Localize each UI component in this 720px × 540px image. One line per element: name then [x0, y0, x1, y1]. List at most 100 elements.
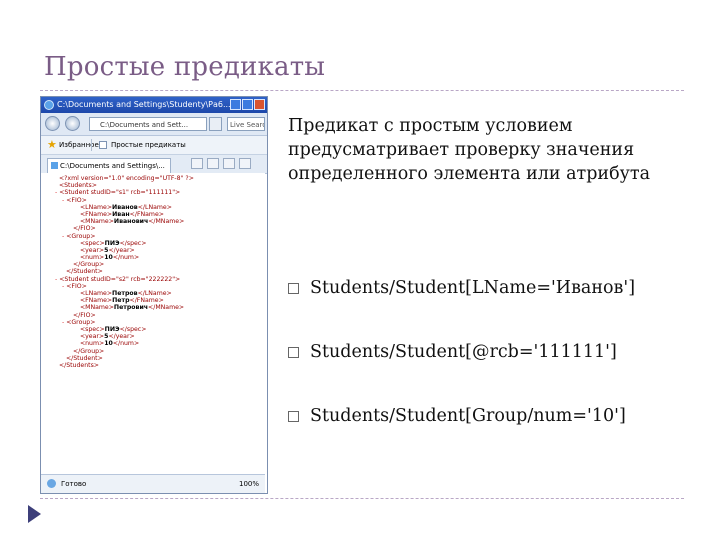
refresh-icon[interactable]: [209, 117, 222, 131]
xml-text: Петрович: [113, 304, 149, 312]
close-icon[interactable]: [254, 99, 265, 110]
xml-tag: <Student studID="s1" rcb="111111">: [59, 189, 181, 197]
slide-title: Простые предикаты: [44, 52, 326, 82]
xml-text: Петров: [112, 290, 138, 297]
xml-tag: <FIO>: [66, 282, 87, 290]
xml-tag: <Students>: [58, 182, 97, 190]
print-icon[interactable]: [223, 158, 235, 169]
xml-tag: <MName>: [79, 304, 114, 312]
xml-line: </Students>: [41, 362, 265, 369]
xml-tag: <spec>: [79, 239, 105, 247]
xml-close-tag: </year>: [108, 333, 135, 341]
xml-line: <LName>Петров</LName>: [41, 290, 265, 297]
address-bar: C:\Documents and Sett... Live Search: [41, 113, 267, 136]
xml-close-tag: </LName>: [137, 290, 172, 297]
xml-line[interactable]: - <FIO>: [41, 197, 265, 204]
xml-line: </FIO>: [41, 312, 265, 319]
page-menu-icon[interactable]: [239, 158, 251, 169]
xml-line[interactable]: - <FIO>: [41, 283, 265, 290]
bullet-item: Students/Student[Group/num='10']: [288, 406, 626, 426]
xml-text: Петр: [112, 297, 130, 305]
xml-text: 10: [104, 340, 113, 348]
status-text: Готово: [61, 480, 87, 488]
bullet-box-icon: [288, 410, 299, 422]
xml-line: <LName>Иванов</LName>: [41, 204, 265, 211]
xml-line[interactable]: - <Student studID="s2" rcb="222222">: [41, 276, 265, 283]
maximize-icon[interactable]: [242, 99, 253, 110]
xml-tag: </FIO>: [72, 225, 96, 233]
xml-tag: </Student>: [65, 354, 103, 362]
xml-text: Иван: [112, 210, 130, 218]
favorites-link[interactable]: Простые предикаты: [111, 141, 186, 149]
window-titlebar: C:\Documents and Settings\Studenty\Ра6..…: [41, 97, 267, 113]
xml-tag: </FIO>: [72, 311, 96, 319]
xml-tag: </Student>: [65, 268, 103, 276]
xml-line: <Students>: [41, 182, 265, 189]
bullet-item: Students/Student[@rcb='111111']: [288, 342, 617, 362]
xml-tag: <LName>: [79, 290, 113, 297]
xml-tag: <year>: [79, 246, 105, 254]
xml-line: <FName>Петр</FName>: [41, 297, 265, 304]
xml-line[interactable]: - <Group>: [41, 319, 265, 326]
feeds-icon[interactable]: [207, 158, 219, 169]
status-bar: Готово 100%: [41, 474, 265, 493]
favorites-label[interactable]: Избранное: [59, 141, 99, 149]
xml-line: <?xml version="1.0" encoding="UTF-8" ?>: [41, 175, 265, 182]
favorites-bar: ★ Избранное Простые предикаты: [41, 136, 267, 155]
ie-icon: [44, 100, 54, 110]
xml-line: <year>5</year>: [41, 333, 265, 340]
xml-text: ПИЭ: [104, 325, 120, 333]
xml-line: </Group>: [41, 261, 265, 268]
xml-tag: <num>: [79, 254, 105, 262]
xml-tag: <MName>: [79, 218, 114, 226]
xml-line: </FIO>: [41, 225, 265, 232]
home-icon[interactable]: [191, 158, 203, 169]
tab-document[interactable]: C:\Documents and Settings\...: [47, 158, 171, 173]
xml-line: </Student>: [41, 355, 265, 362]
xml-close-tag: </year>: [108, 246, 135, 254]
star-icon[interactable]: ★: [47, 139, 57, 150]
xml-line[interactable]: - <Student studID="s1" rcb="111111">: [41, 189, 265, 196]
page-icon: [99, 141, 107, 149]
back-icon[interactable]: [45, 116, 60, 131]
xml-line: <MName>Иванович</MName>: [41, 218, 265, 225]
xml-line: <num>10</num>: [41, 254, 265, 261]
bullet-box-icon: [288, 282, 299, 294]
xml-tag: </Students>: [58, 361, 99, 369]
xml-text: 10: [104, 254, 113, 262]
minimize-icon[interactable]: [230, 99, 241, 110]
browser-screenshot: C:\Documents and Settings\Studenty\Ра6..…: [40, 96, 268, 494]
bullet-text: Students/Student[Group/num='10']: [310, 406, 626, 426]
xml-tag: <LName>: [79, 203, 113, 211]
xml-line: <spec>ПИЭ</spec>: [41, 240, 265, 247]
xml-tag: <FIO>: [66, 196, 87, 204]
xml-close-tag: </num>: [112, 254, 140, 262]
xml-tag: <Student studID="s2" rcb="222222">: [59, 275, 181, 283]
search-input[interactable]: Live Search: [227, 117, 265, 131]
xml-tag: <Group>: [66, 232, 96, 240]
xml-close-tag: </FName>: [129, 297, 164, 305]
forward-icon[interactable]: [65, 116, 80, 131]
xml-text: Иванов: [112, 203, 138, 211]
xml-tag: <?xml version="1.0" encoding="UTF-8" ?>: [58, 175, 194, 182]
xml-line: </Student>: [41, 268, 265, 275]
top-divider: [40, 90, 684, 91]
xml-document-view[interactable]: <?xml version="1.0" encoding="UTF-8" ?> …: [41, 173, 265, 471]
bullet-text: Students/Student[LName='Иванов']: [310, 278, 636, 298]
xml-close-tag: </FName>: [129, 210, 164, 218]
xml-tag: <FName>: [79, 297, 113, 305]
page-icon: [51, 162, 58, 169]
xml-tag: </Group>: [72, 261, 105, 269]
window-controls: [230, 99, 265, 110]
bullet-text: Students/Student[@rcb='111111']: [310, 342, 617, 362]
xml-line: <spec>ПИЭ</spec>: [41, 326, 265, 333]
zoom-level[interactable]: 100%: [239, 480, 259, 488]
xml-line[interactable]: - <Group>: [41, 233, 265, 240]
xml-close-tag: </MName>: [148, 218, 185, 226]
predicate-description: Предикат с простым условием предусматрив…: [288, 116, 651, 184]
xml-close-tag: </spec>: [119, 239, 147, 247]
xml-tag: </Group>: [72, 347, 105, 355]
xml-line: </Group>: [41, 348, 265, 355]
address-field[interactable]: C:\Documents and Sett...: [89, 117, 207, 131]
bullet-box-icon: [288, 346, 299, 358]
